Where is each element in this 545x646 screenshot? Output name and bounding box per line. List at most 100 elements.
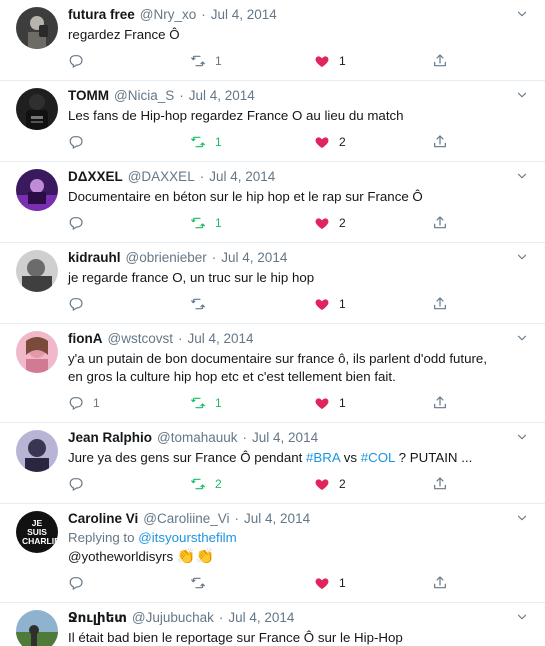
retweet-button[interactable]: 1	[190, 133, 222, 151]
tweet[interactable]: fionA @wstcovst · Jul 4, 2014 y'a un put…	[0, 324, 545, 423]
author-name[interactable]: Ջուլիետ	[68, 610, 127, 626]
tweet[interactable]: DΔXXEL @DAXXEL · Jul 4, 2014 Documentair…	[0, 162, 545, 243]
retweet-count: 1	[215, 135, 222, 149]
chevron-down-icon[interactable]	[515, 88, 529, 102]
author-handle[interactable]: @DAXXEL	[128, 169, 195, 184]
avatar[interactable]	[16, 7, 58, 49]
text-segment: ? PUTAIN ...	[394, 450, 473, 465]
author-handle[interactable]: @obrienieber	[126, 250, 207, 265]
like-button[interactable]: 1	[314, 52, 346, 70]
chevron-down-icon[interactable]	[515, 250, 529, 264]
tweet[interactable]: kidrauhl @obrienieber · Jul 4, 2014 je r…	[0, 243, 545, 324]
like-count: 1	[339, 576, 346, 590]
tweet-date[interactable]: Jul 4, 2014	[209, 169, 275, 184]
like-button[interactable]: 2	[314, 214, 346, 232]
tweet[interactable]: TOMM @Nicia_S · Jul 4, 2014 Les fans de …	[0, 81, 545, 162]
retweet-button[interactable]	[190, 295, 215, 313]
reply-button[interactable]	[68, 295, 93, 313]
author-handle[interactable]: @tomahauuk	[157, 430, 238, 445]
retweet-button[interactable]: 2	[190, 475, 222, 493]
author-handle[interactable]: @Nry_xo	[140, 7, 196, 22]
tweet[interactable]: Ջուլիետ @Jujubuchak · Jul 4, 2014 Il éta…	[0, 603, 545, 646]
action-bar: 1	[68, 574, 468, 592]
action-bar: 1 1	[68, 52, 468, 70]
share-icon	[432, 296, 448, 312]
tweet[interactable]: Jean Ralphio @tomahauuk · Jul 4, 2014 Ju…	[0, 423, 545, 504]
tweet-date[interactable]: Jul 4, 2014	[228, 610, 294, 625]
reply-button[interactable]	[68, 475, 93, 493]
author-handle[interactable]: @Jujubuchak	[132, 610, 214, 625]
tweet[interactable]: JE SUIS CHARLIE Caroline Vi @Caroliine_V…	[0, 504, 545, 603]
author-name[interactable]: kidrauhl	[68, 250, 121, 265]
replying-to-handle[interactable]: @itsyoursthefilm	[138, 530, 236, 545]
chevron-down-icon[interactable]	[515, 7, 529, 21]
avatar[interactable]	[16, 610, 58, 646]
chevron-down-icon[interactable]	[515, 430, 529, 444]
share-icon	[432, 395, 448, 411]
retweet-icon	[190, 395, 206, 411]
hashtag-link[interactable]: #COL	[361, 450, 395, 465]
tweet-date[interactable]: Jul 4, 2014	[221, 250, 287, 265]
like-count: 1	[339, 396, 346, 410]
author-handle[interactable]: @wstcovst	[108, 331, 173, 346]
avatar[interactable]: JE SUIS CHARLIE	[16, 511, 58, 553]
author-name[interactable]: Caroline Vi	[68, 511, 138, 526]
like-button[interactable]: 2	[314, 475, 346, 493]
tweet[interactable]: futura free @Nry_xo · Jul 4, 2014 regard…	[0, 0, 545, 81]
hashtag-link[interactable]: #BRA	[306, 450, 340, 465]
author-name[interactable]: DΔXXEL	[68, 169, 123, 184]
author-handle[interactable]: @Caroliine_Vi	[143, 511, 229, 526]
share-button[interactable]	[432, 574, 448, 592]
reply-button[interactable]	[68, 52, 93, 70]
tweet-feed: futura free @Nry_xo · Jul 4, 2014 regard…	[0, 0, 545, 646]
avatar[interactable]	[16, 88, 58, 130]
author-name[interactable]: Jean Ralphio	[68, 430, 152, 445]
share-button[interactable]	[432, 133, 448, 151]
avatar[interactable]	[16, 169, 58, 211]
retweet-button[interactable]	[190, 574, 215, 592]
like-count: 1	[339, 54, 346, 68]
avatar[interactable]	[16, 430, 58, 472]
chevron-down-icon[interactable]	[515, 511, 529, 525]
share-button[interactable]	[432, 214, 448, 232]
reply-button[interactable]	[68, 214, 93, 232]
chevron-down-icon[interactable]	[515, 169, 529, 183]
retweet-button[interactable]: 1	[190, 52, 222, 70]
retweet-count: 1	[215, 216, 222, 230]
like-button[interactable]: 1	[314, 295, 346, 313]
reply-button[interactable]: 1	[68, 394, 100, 412]
like-button[interactable]: 1	[314, 394, 346, 412]
clap-emoji: 👏👏	[176, 548, 215, 565]
like-button[interactable]: 2	[314, 133, 346, 151]
share-button[interactable]	[432, 475, 448, 493]
reply-icon	[68, 134, 84, 150]
author-handle[interactable]: @Nicia_S	[114, 88, 174, 103]
retweet-count: 2	[215, 477, 222, 491]
tweet-text: @yotheworldisyrs 👏👏	[68, 548, 533, 566]
tweet-date[interactable]: Jul 4, 2014	[189, 88, 255, 103]
mention-text[interactable]: @yotheworldisyrs	[68, 549, 177, 564]
tweet-date[interactable]: Jul 4, 2014	[244, 511, 310, 526]
share-button[interactable]	[432, 52, 448, 70]
separator-dot: ·	[201, 7, 206, 22]
retweet-button[interactable]: 1	[190, 394, 222, 412]
chevron-down-icon[interactable]	[515, 610, 529, 624]
author-name[interactable]: TOMM	[68, 88, 109, 103]
reply-button[interactable]	[68, 574, 93, 592]
reply-button[interactable]	[68, 133, 93, 151]
retweet-button[interactable]: 1	[190, 214, 222, 232]
chevron-down-icon[interactable]	[515, 331, 529, 345]
tweet-text: Les fans de Hip-hop regardez France O au…	[68, 108, 404, 123]
author-name[interactable]: futura free	[68, 7, 135, 22]
share-icon	[432, 134, 448, 150]
tweet-date[interactable]: Jul 4, 2014	[252, 430, 318, 445]
avatar[interactable]	[16, 250, 58, 292]
tweet-date[interactable]: Jul 4, 2014	[211, 7, 277, 22]
avatar[interactable]	[16, 331, 58, 373]
tweet-date[interactable]: Jul 4, 2014	[187, 331, 253, 346]
like-button[interactable]: 1	[314, 574, 346, 592]
heart-icon	[314, 134, 330, 150]
share-button[interactable]	[432, 394, 448, 412]
share-button[interactable]	[432, 295, 448, 313]
author-name[interactable]: fionA	[68, 331, 103, 346]
